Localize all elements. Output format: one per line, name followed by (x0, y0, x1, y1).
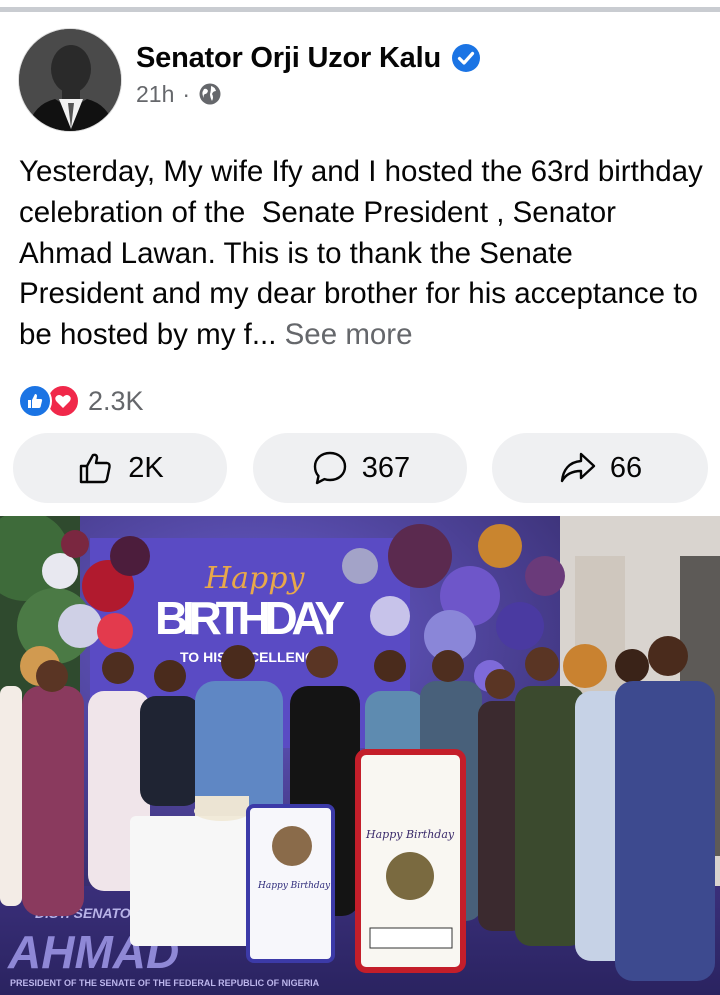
reaction-summary[interactable]: 2.3K (18, 381, 144, 421)
banner-script: Happy (204, 561, 305, 596)
author-name[interactable]: Senator Orji Uzor Kalu (136, 42, 441, 75)
frame-script-right: Happy Birthday (365, 828, 455, 841)
avatar[interactable] (18, 28, 122, 132)
share-count: 66 (609, 451, 643, 484)
verified-badge-icon (451, 43, 481, 73)
frame-script-left: Happy Birthday (257, 881, 331, 891)
like-button[interactable]: 2K (13, 433, 227, 503)
comment-count: 367 (361, 451, 411, 484)
globe-icon[interactable] (198, 82, 222, 106)
post-photo[interactable]: Happy BIRTHDAY TO HIS EXCELLENCY DIST. S… (0, 516, 720, 995)
thumbs-up-icon (76, 448, 116, 488)
like-icon (18, 384, 52, 418)
like-count: 2K (128, 451, 164, 484)
post-timestamp[interactable]: 21h (136, 81, 174, 108)
post-text: Yesterday, My wife Ify and I hosted the … (19, 152, 704, 356)
post-header: Senator Orji Uzor Kalu 21h · (18, 28, 708, 138)
share-icon (558, 448, 598, 488)
top-divider (0, 0, 720, 12)
see-more-link[interactable]: See more (276, 318, 413, 351)
comment-button[interactable]: 367 (253, 433, 467, 503)
author-row: Senator Orji Uzor Kalu (136, 38, 481, 78)
meta-separator: · (182, 80, 191, 107)
reaction-count: 2.3K (88, 385, 144, 416)
post-meta: 21h · (136, 78, 222, 110)
floor-caption: PRESIDENT OF THE SENATE OF THE FEDERAL R… (10, 978, 320, 988)
banner-title: BIRTHDAY (155, 592, 345, 644)
share-button[interactable]: 66 (492, 433, 708, 503)
comment-icon (310, 448, 350, 488)
